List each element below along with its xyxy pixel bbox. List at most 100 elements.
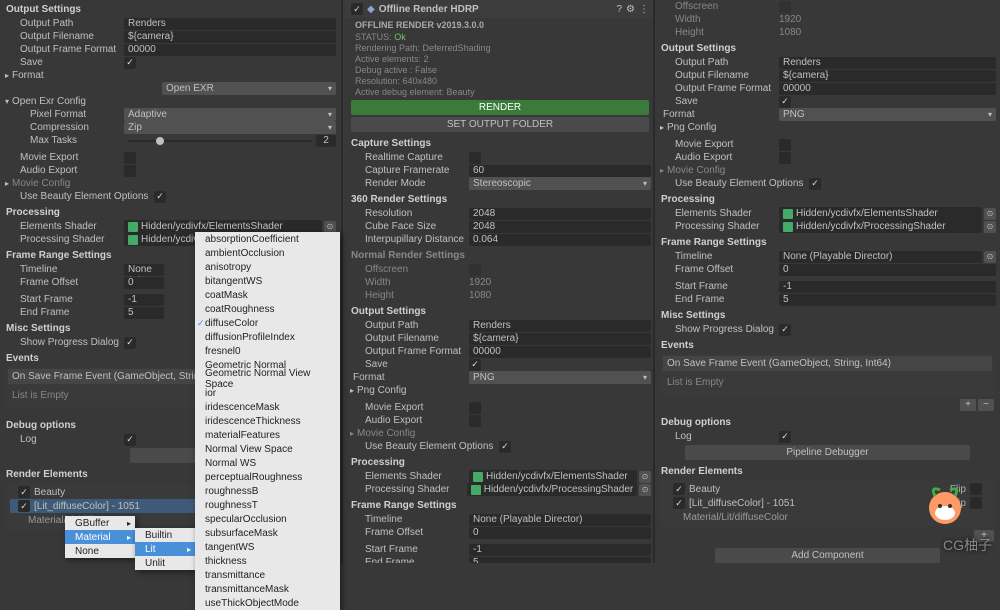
menu-icon[interactable]: ⋮ [639,4,649,15]
render-mode-dropdown[interactable]: Stereoscopic [469,177,651,190]
set-output-folder-button[interactable]: SET OUTPUT FOLDER [351,117,649,132]
movie-export-checkbox[interactable] [469,402,481,414]
output-filename-field[interactable]: ${camera} [124,31,336,43]
pixel-format-dropdown[interactable]: Adaptive [124,108,336,121]
beauty-checkbox[interactable]: ✓ [673,483,685,495]
use-beauty-checkbox[interactable]: ✓ [499,441,511,453]
menu-item-builtin[interactable]: Builtin [135,528,195,542]
menu-item-gbuffer[interactable]: GBuffer [65,516,135,530]
output-filename-field[interactable]: ${camera} [779,70,996,82]
menu-item-normal-ws[interactable]: Normal WS [195,456,340,470]
show-progress-checkbox[interactable]: ✓ [779,324,791,336]
movie-export-checkbox[interactable] [779,139,791,151]
help-icon[interactable]: ? [616,4,622,15]
menu-item-diffusecolor[interactable]: diffuseColor [195,316,340,330]
use-beauty-checkbox[interactable]: ✓ [809,178,821,190]
add-event-button[interactable]: + [960,399,976,411]
menu-item-none[interactable]: None [65,544,135,558]
frame-offset-field[interactable]: 0 [124,277,164,289]
save-checkbox[interactable]: ✓ [779,96,791,108]
open-exr-config-header[interactable]: Open Exr Config [12,96,86,107]
beauty-checkbox[interactable]: ✓ [18,486,30,498]
processing-shader-field[interactable]: Hidden/ycdivfx/ProcessingShader [467,483,638,496]
frame-offset-field[interactable]: 0 [469,527,651,539]
resolution-field[interactable]: 2048 [469,208,651,220]
frame-offset-field[interactable]: 0 [779,264,996,276]
save-checkbox[interactable]: ✓ [469,359,481,371]
format-dropdown[interactable]: PNG [469,371,651,384]
lit-checkbox[interactable]: ✓ [18,500,30,512]
flip-checkbox[interactable] [970,483,982,495]
timeline-field[interactable]: None (Playable Director) [469,514,651,526]
end-frame-field[interactable]: 5 [469,557,651,564]
end-frame-field[interactable]: 5 [779,294,996,306]
menu-item-thickness[interactable]: thickness [195,554,340,568]
png-config-header[interactable]: Png Config [667,122,716,133]
object-picker-icon[interactable]: ⊙ [639,471,651,483]
realtime-capture-checkbox[interactable] [469,152,481,164]
render-button[interactable]: RENDER [351,100,649,115]
object-picker-icon[interactable]: ⊙ [984,221,996,233]
output-frame-format-field[interactable]: 00000 [124,44,336,56]
menu-item-usethickobjectmode[interactable]: useThickObjectMode [195,596,340,610]
object-picker-icon[interactable]: ⊙ [324,221,336,233]
foldout-arrow-icon[interactable]: ▾ [2,97,12,106]
menu-item-roughnesst[interactable]: roughnessT [195,498,340,512]
output-path-field[interactable]: Renders [124,18,336,30]
menu-item-roughnessb[interactable]: roughnessB [195,484,340,498]
output-filename-field[interactable]: ${camera} [469,333,651,345]
log-checkbox[interactable]: ✓ [779,431,791,443]
menu-item-iridescencemask[interactable]: iridescenceMask [195,400,340,414]
foldout-arrow-icon[interactable]: ▸ [347,386,357,395]
flip-checkbox[interactable] [970,497,982,509]
remove-event-button[interactable]: − [978,399,994,411]
start-frame-field[interactable]: -1 [469,544,651,556]
output-path-field[interactable]: Renders [779,57,996,69]
menu-item-transmittancemask[interactable]: transmittanceMask [195,582,340,596]
start-frame-field[interactable]: -1 [779,281,996,293]
max-tasks-value[interactable]: 2 [316,135,336,147]
log-checkbox[interactable]: ✓ [124,434,136,446]
menu-item-bitangentws[interactable]: bitangentWS [195,274,340,288]
menu-item-coatmask[interactable]: coatMask [195,288,340,302]
foldout-arrow-icon[interactable]: ▸ [347,429,357,438]
add-component-button[interactable]: Add Component [715,548,940,563]
elements-shader-field[interactable]: Hidden/ycdivfx/ElementsShader [779,207,982,220]
menu-item-ambientocclusion[interactable]: ambientOcclusion [195,246,340,260]
menu-item-material[interactable]: Material [65,530,135,544]
foldout-arrow-icon[interactable]: ▸ [2,179,12,188]
menu-item-coatroughness[interactable]: coatRoughness [195,302,340,316]
foldout-arrow-icon[interactable]: ▸ [657,166,667,175]
end-frame-field[interactable]: 5 [124,307,164,319]
menu-item-iridescencethickness[interactable]: iridescenceThickness [195,414,340,428]
timeline-field[interactable]: None (Playable Director) [779,251,982,263]
cube-face-size-field[interactable]: 2048 [469,221,651,233]
menu-item-absorptioncoefficient[interactable]: absorptionCoefficient [195,232,340,246]
compression-dropdown[interactable]: Zip [124,121,336,134]
lit-checkbox[interactable]: ✓ [673,497,685,509]
menu-item-ior[interactable]: ior [195,386,340,400]
foldout-arrow-icon[interactable]: ▸ [2,71,12,80]
object-picker-icon[interactable]: ⊙ [984,208,996,220]
use-beauty-checkbox[interactable]: ✓ [154,191,166,203]
output-path-field[interactable]: Renders [469,320,651,332]
movie-export-checkbox[interactable] [124,152,136,164]
start-frame-field[interactable]: -1 [124,294,164,306]
format-dropdown[interactable]: Open EXR [162,82,336,95]
audio-export-checkbox[interactable] [469,415,481,427]
elements-shader-field[interactable]: Hidden/ycdivfx/ElementsShader [469,470,637,483]
menu-item-geometric-normal-view-space[interactable]: Geometric Normal View Space [195,372,340,386]
panel-separator[interactable] [341,0,343,563]
menu-item-transmittance[interactable]: transmittance [195,568,340,582]
menu-item-fresnel0[interactable]: fresnel0 [195,344,340,358]
format-dropdown[interactable]: PNG [779,108,996,121]
menu-item-normal-view-space[interactable]: Normal View Space [195,442,340,456]
menu-item-diffusionprofileindex[interactable]: diffusionProfileIndex [195,330,340,344]
save-checkbox[interactable]: ✓ [124,57,136,69]
object-picker-icon[interactable]: ⊙ [639,484,651,496]
foldout-arrow-icon[interactable]: ▸ [657,123,667,132]
output-frame-format-field[interactable]: 00000 [469,346,651,358]
menu-item-lit[interactable]: Lit [135,542,195,556]
processing-shader-field[interactable]: Hidden/ycdivfx/ProcessingShader [779,220,982,233]
object-picker-icon[interactable]: ⊙ [984,251,996,263]
